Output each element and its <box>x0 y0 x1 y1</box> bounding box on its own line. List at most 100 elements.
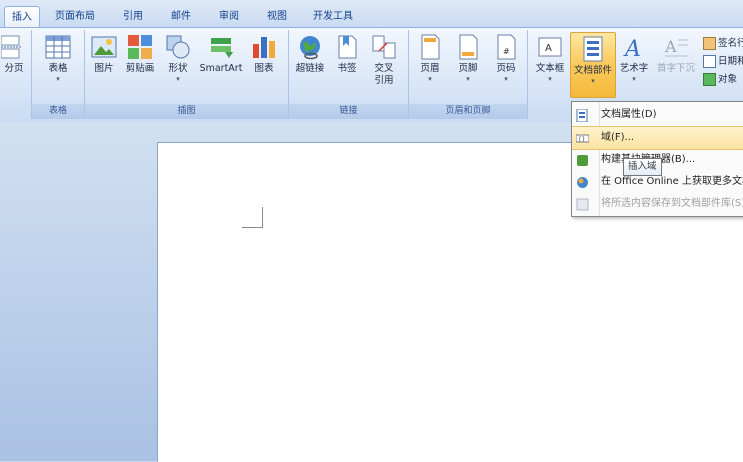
tab-references[interactable]: 引用 <box>118 6 148 27</box>
chevron-down-icon: ▾ <box>632 75 636 83</box>
chevron-down-icon: ▾ <box>428 75 432 83</box>
chart-label: 图表 <box>254 63 274 74</box>
bookmark-button[interactable]: 书签 <box>333 34 361 75</box>
group-label-illustrations: 插图 <box>85 104 288 119</box>
smartart-button[interactable]: SmartArt <box>197 34 245 75</box>
wordart-label: 艺术字 <box>619 63 649 74</box>
table-label: 表格 <box>48 63 68 74</box>
ribbon-tab-bar: 插入 页面布局 引用 邮件 审阅 视图 开发工具 <box>0 0 743 28</box>
tooltip-insert-field: 插入域 <box>623 158 662 176</box>
header-label: 页眉 <box>420 63 440 74</box>
footer-label: 页脚 <box>458 63 478 74</box>
page-number-icon: # <box>493 34 519 60</box>
picture-icon <box>91 34 117 60</box>
building-blocks-icon <box>576 154 589 167</box>
datetime-label: 日期和时间 <box>718 56 743 67</box>
signature-label: 签名行 <box>718 38 743 49</box>
tab-view[interactable]: 视图 <box>262 6 292 27</box>
office-online-icon <box>576 176 589 189</box>
clipart-button[interactable]: 剪贴画 <box>123 34 157 75</box>
wordart-button[interactable]: A 艺术字 ▾ <box>617 34 651 84</box>
header-button[interactable]: 页眉 ▾ <box>415 34 445 84</box>
svg-text:A: A <box>623 37 641 60</box>
save-selection-icon <box>576 198 589 211</box>
page-break-icon <box>0 34 27 60</box>
clipart-icon <box>127 34 153 60</box>
crossref-button[interactable]: 交叉 引用 <box>367 34 401 87</box>
tab-insert[interactable]: 插入 <box>4 6 40 28</box>
quick-parts-button[interactable]: 文档部件 ▾ <box>570 32 616 98</box>
group-label-links: 链接 <box>289 104 408 119</box>
tab-developer[interactable]: 开发工具 <box>308 6 358 27</box>
menu-item-document-property[interactable]: 文档属性(D) <box>572 104 743 126</box>
document-property-icon <box>576 108 589 123</box>
chevron-down-icon: ▾ <box>548 75 552 83</box>
group-pages: 分页 <box>0 30 32 119</box>
page-break-label: 分页 <box>4 63 24 74</box>
page-number-label: 页码 <box>496 63 516 74</box>
clipart-label: 剪贴画 <box>125 63 155 74</box>
quick-parts-label: 文档部件 <box>573 65 612 76</box>
smartart-label: SmartArt <box>199 63 243 74</box>
crossref-label-1: 交叉 <box>374 63 394 74</box>
tab-mailings[interactable]: 邮件 <box>166 6 196 27</box>
margin-corner-mark <box>242 207 263 228</box>
footer-button[interactable]: 页脚 ▾ <box>453 34 483 84</box>
svg-text:{}: {} <box>578 136 585 143</box>
datetime-button[interactable]: 日期和时间 <box>703 54 743 69</box>
hyperlink-button[interactable]: 超链接 <box>292 34 328 75</box>
svg-text:A: A <box>664 37 677 56</box>
chart-button[interactable]: 图表 <box>249 34 279 75</box>
crossref-label-2: 引用 <box>374 75 394 86</box>
footer-icon <box>455 34 481 60</box>
smartart-icon <box>208 34 234 60</box>
object-label: 对象 <box>718 74 738 85</box>
table-button[interactable]: 表格 ▾ <box>43 34 73 84</box>
quick-parts-icon <box>580 36 606 62</box>
cross-reference-icon <box>371 34 397 60</box>
header-icon <box>417 34 443 60</box>
wordart-icon: A <box>621 34 647 62</box>
dropcap-icon: A <box>663 34 689 60</box>
dropcap-label: 首字下沉 <box>656 63 695 74</box>
calendar-icon <box>703 55 716 68</box>
group-label-header-footer: 页眉和页脚 <box>409 104 527 119</box>
picture-label: 图片 <box>94 63 114 74</box>
object-icon <box>703 73 716 86</box>
group-tables: 表格 ▾ 表格 <box>32 30 85 119</box>
chevron-down-icon: ▾ <box>504 75 508 83</box>
bookmark-label: 书签 <box>337 63 357 74</box>
shapes-label: 形状 <box>168 63 188 74</box>
tab-review[interactable]: 审阅 <box>214 6 244 27</box>
signature-icon <box>703 37 716 50</box>
menu-item-label: 将所选内容保存到文档部件库(S)... <box>601 198 743 209</box>
chevron-down-icon: ▾ <box>466 75 470 83</box>
signature-line-button[interactable]: 签名行 <box>703 36 743 51</box>
hyperlink-label: 超链接 <box>295 63 325 74</box>
bookmark-icon <box>334 34 360 60</box>
svg-text:A: A <box>545 43 552 54</box>
group-label-tables: 表格 <box>32 104 84 119</box>
tab-page-layout[interactable]: 页面布局 <box>50 6 100 27</box>
dropcap-button[interactable]: A 首字下沉 <box>653 34 699 75</box>
menu-item-field[interactable]: {} 域(F)... <box>572 126 743 150</box>
page-break-button[interactable]: 分页 <box>0 34 28 75</box>
table-icon <box>45 34 71 60</box>
chevron-down-icon: ▾ <box>176 75 180 83</box>
menu-item-label: 域(F)... <box>601 132 635 143</box>
globe-icon <box>297 34 323 60</box>
group-header-footer: 页眉 ▾ 页脚 ▾ # 页码 ▾ 页眉和页脚 <box>409 30 528 119</box>
shapes-button[interactable]: 形状 ▾ <box>163 34 193 84</box>
menu-item-label: 文档属性(D) <box>601 109 657 120</box>
field-icon: {} <box>575 132 590 145</box>
svg-text:#: # <box>503 47 510 56</box>
menu-item-save-to-gallery: 将所选内容保存到文档部件库(S)... <box>572 193 743 215</box>
page-number-button[interactable]: # 页码 ▾ <box>491 34 521 84</box>
picture-button[interactable]: 图片 <box>90 34 118 75</box>
object-button[interactable]: 对象 <box>703 72 737 87</box>
group-illustrations: 图片 剪贴画 形状 ▾ SmartArt 图表 插图 <box>85 30 289 119</box>
group-links: 超链接 书签 交叉 引用 链接 <box>289 30 409 119</box>
textbox-button[interactable]: A 文本框 ▾ <box>532 34 568 84</box>
textbox-label: 文本框 <box>535 63 565 74</box>
textbox-icon: A <box>537 34 563 60</box>
